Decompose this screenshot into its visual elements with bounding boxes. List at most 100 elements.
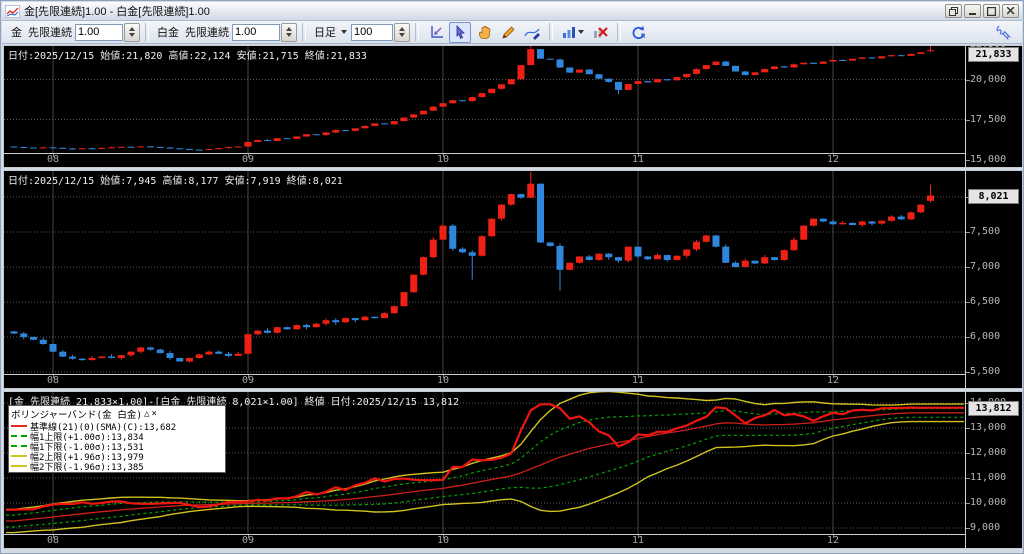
candle-body	[576, 69, 583, 73]
platinum-symbol-label: 白金	[157, 27, 179, 39]
candle-body	[780, 250, 788, 260]
gold-multiplier-stepper[interactable]	[124, 22, 140, 42]
candle-body	[371, 123, 379, 126]
candle-body	[566, 67, 574, 73]
candle-body	[312, 134, 320, 136]
candle-body	[205, 149, 213, 151]
float-icon	[949, 6, 958, 16]
candle-body	[30, 336, 37, 340]
candle-body	[410, 114, 418, 118]
reload-button[interactable]: R	[627, 22, 649, 43]
legend-line-sample	[11, 435, 27, 437]
bar-count-stepper[interactable]	[394, 22, 410, 42]
period-dropdown-caret-icon[interactable]	[341, 30, 347, 34]
candle-body	[741, 260, 749, 267]
candle-body	[644, 256, 652, 260]
minimize-button[interactable]	[964, 4, 981, 18]
reload-icon: R	[632, 25, 646, 40]
candle-body	[585, 69, 593, 75]
bar-count-input[interactable]	[351, 23, 393, 41]
candle-body	[254, 139, 262, 142]
remove-indicator-button[interactable]	[589, 22, 611, 43]
pan-hand-tool-button[interactable]	[473, 22, 495, 43]
platinum-multiplier-input[interactable]	[232, 23, 280, 41]
candle-body	[771, 66, 778, 70]
legend-line-sample	[11, 455, 27, 457]
candle-body	[478, 93, 486, 98]
platinum-chart-panel: 日付:2025/12/15 始値:7,945 高値:8,177 安値:7,919…	[3, 170, 1023, 389]
platinum-multiplier-stepper[interactable]	[281, 22, 297, 42]
close-button[interactable]	[1002, 4, 1019, 18]
platinum-plot-area[interactable]: 日付:2025/12/15 始値:7,945 高値:8,177 安値:7,919…	[4, 171, 966, 388]
candle-body	[371, 316, 379, 319]
candle-body	[293, 136, 301, 139]
candle-body	[615, 81, 622, 90]
candle-body	[576, 256, 583, 263]
candle-body	[69, 356, 76, 359]
candle-body	[195, 354, 203, 358]
toolbar-separator	[302, 23, 306, 41]
axis-pointer-tool-button[interactable]	[425, 22, 447, 43]
candle-body	[332, 320, 340, 323]
candle-body	[137, 146, 145, 148]
legend-close-button[interactable]: ×	[152, 409, 157, 419]
float-window-button[interactable]	[945, 4, 962, 18]
candle-body	[342, 318, 349, 323]
indicator-menu-caret-icon	[578, 30, 584, 34]
candle-body	[59, 351, 67, 357]
candle-body	[663, 255, 671, 260]
gold-multiplier-input[interactable]	[75, 23, 123, 41]
x-axis-tick	[443, 375, 444, 378]
candle-body	[722, 61, 730, 66]
candle-body	[137, 347, 145, 352]
app-chart-icon	[5, 4, 20, 18]
spread-plot-area[interactable]: [金 先限連続 21,833×1.00]-[白金 先限連続 8,021×1.00…	[4, 392, 966, 548]
candle-body	[39, 147, 47, 149]
x-axis-tick	[443, 154, 444, 157]
pencil-tool-button[interactable]	[497, 22, 519, 43]
candle-body	[147, 146, 154, 148]
period-dropdown[interactable]: 日足	[314, 24, 336, 40]
x-axis-tick	[53, 535, 54, 538]
title-bar[interactable]: 金[先限連続]1.00 - 白金[先限連続]1.00	[2, 2, 1022, 21]
candle-body	[927, 50, 934, 52]
candle-body	[244, 334, 252, 354]
candle-body	[917, 204, 925, 213]
candle-body	[351, 318, 359, 321]
candle-body	[498, 204, 505, 219]
candle-body	[556, 245, 564, 270]
indicator-menu-button[interactable]	[559, 22, 587, 43]
pan-hand-icon	[478, 25, 490, 39]
candle-body	[449, 100, 457, 104]
x-axis-tick	[53, 154, 54, 157]
candle-body	[556, 59, 564, 68]
candle-body	[283, 327, 291, 330]
candle-body	[800, 225, 808, 240]
candle-body	[361, 125, 369, 129]
candle-body	[819, 61, 827, 64]
candle-body	[527, 183, 535, 198]
candle-body	[147, 347, 154, 350]
maximize-icon	[987, 6, 996, 16]
candle-body	[546, 58, 554, 60]
candle-body	[49, 343, 57, 352]
candle-body	[156, 349, 164, 354]
candle-body	[517, 65, 525, 80]
candle-body	[878, 56, 886, 59]
select-cursor-icon	[456, 25, 465, 39]
candle-body	[790, 64, 798, 68]
draw-curve-tool-button[interactable]	[521, 22, 543, 43]
candle-body	[322, 132, 330, 136]
maximize-button[interactable]	[983, 4, 1000, 18]
legend-collapse-button[interactable]: △	[144, 409, 149, 419]
candle-body	[420, 110, 427, 115]
settings-button[interactable]	[992, 22, 1014, 43]
y-axis-label: 20,000	[970, 73, 1007, 85]
bollinger-legend-box[interactable]: ボリンジャーバンド(金 白金) △ × 基準線(21)(0)(SMA)(C):1…	[8, 405, 226, 473]
gold-series-label: 先限連続	[28, 27, 72, 39]
gold-plot-area[interactable]: 日付:2025/12/15 始値:21,820 高値:22,124 安値:21,…	[4, 46, 966, 167]
select-cursor-tool-button[interactable]	[449, 21, 471, 43]
y-axis-label: 7,500	[970, 225, 1001, 237]
platinum-x-axis: 08 09 10 11 12	[4, 374, 966, 388]
x-axis-tick	[53, 375, 54, 378]
